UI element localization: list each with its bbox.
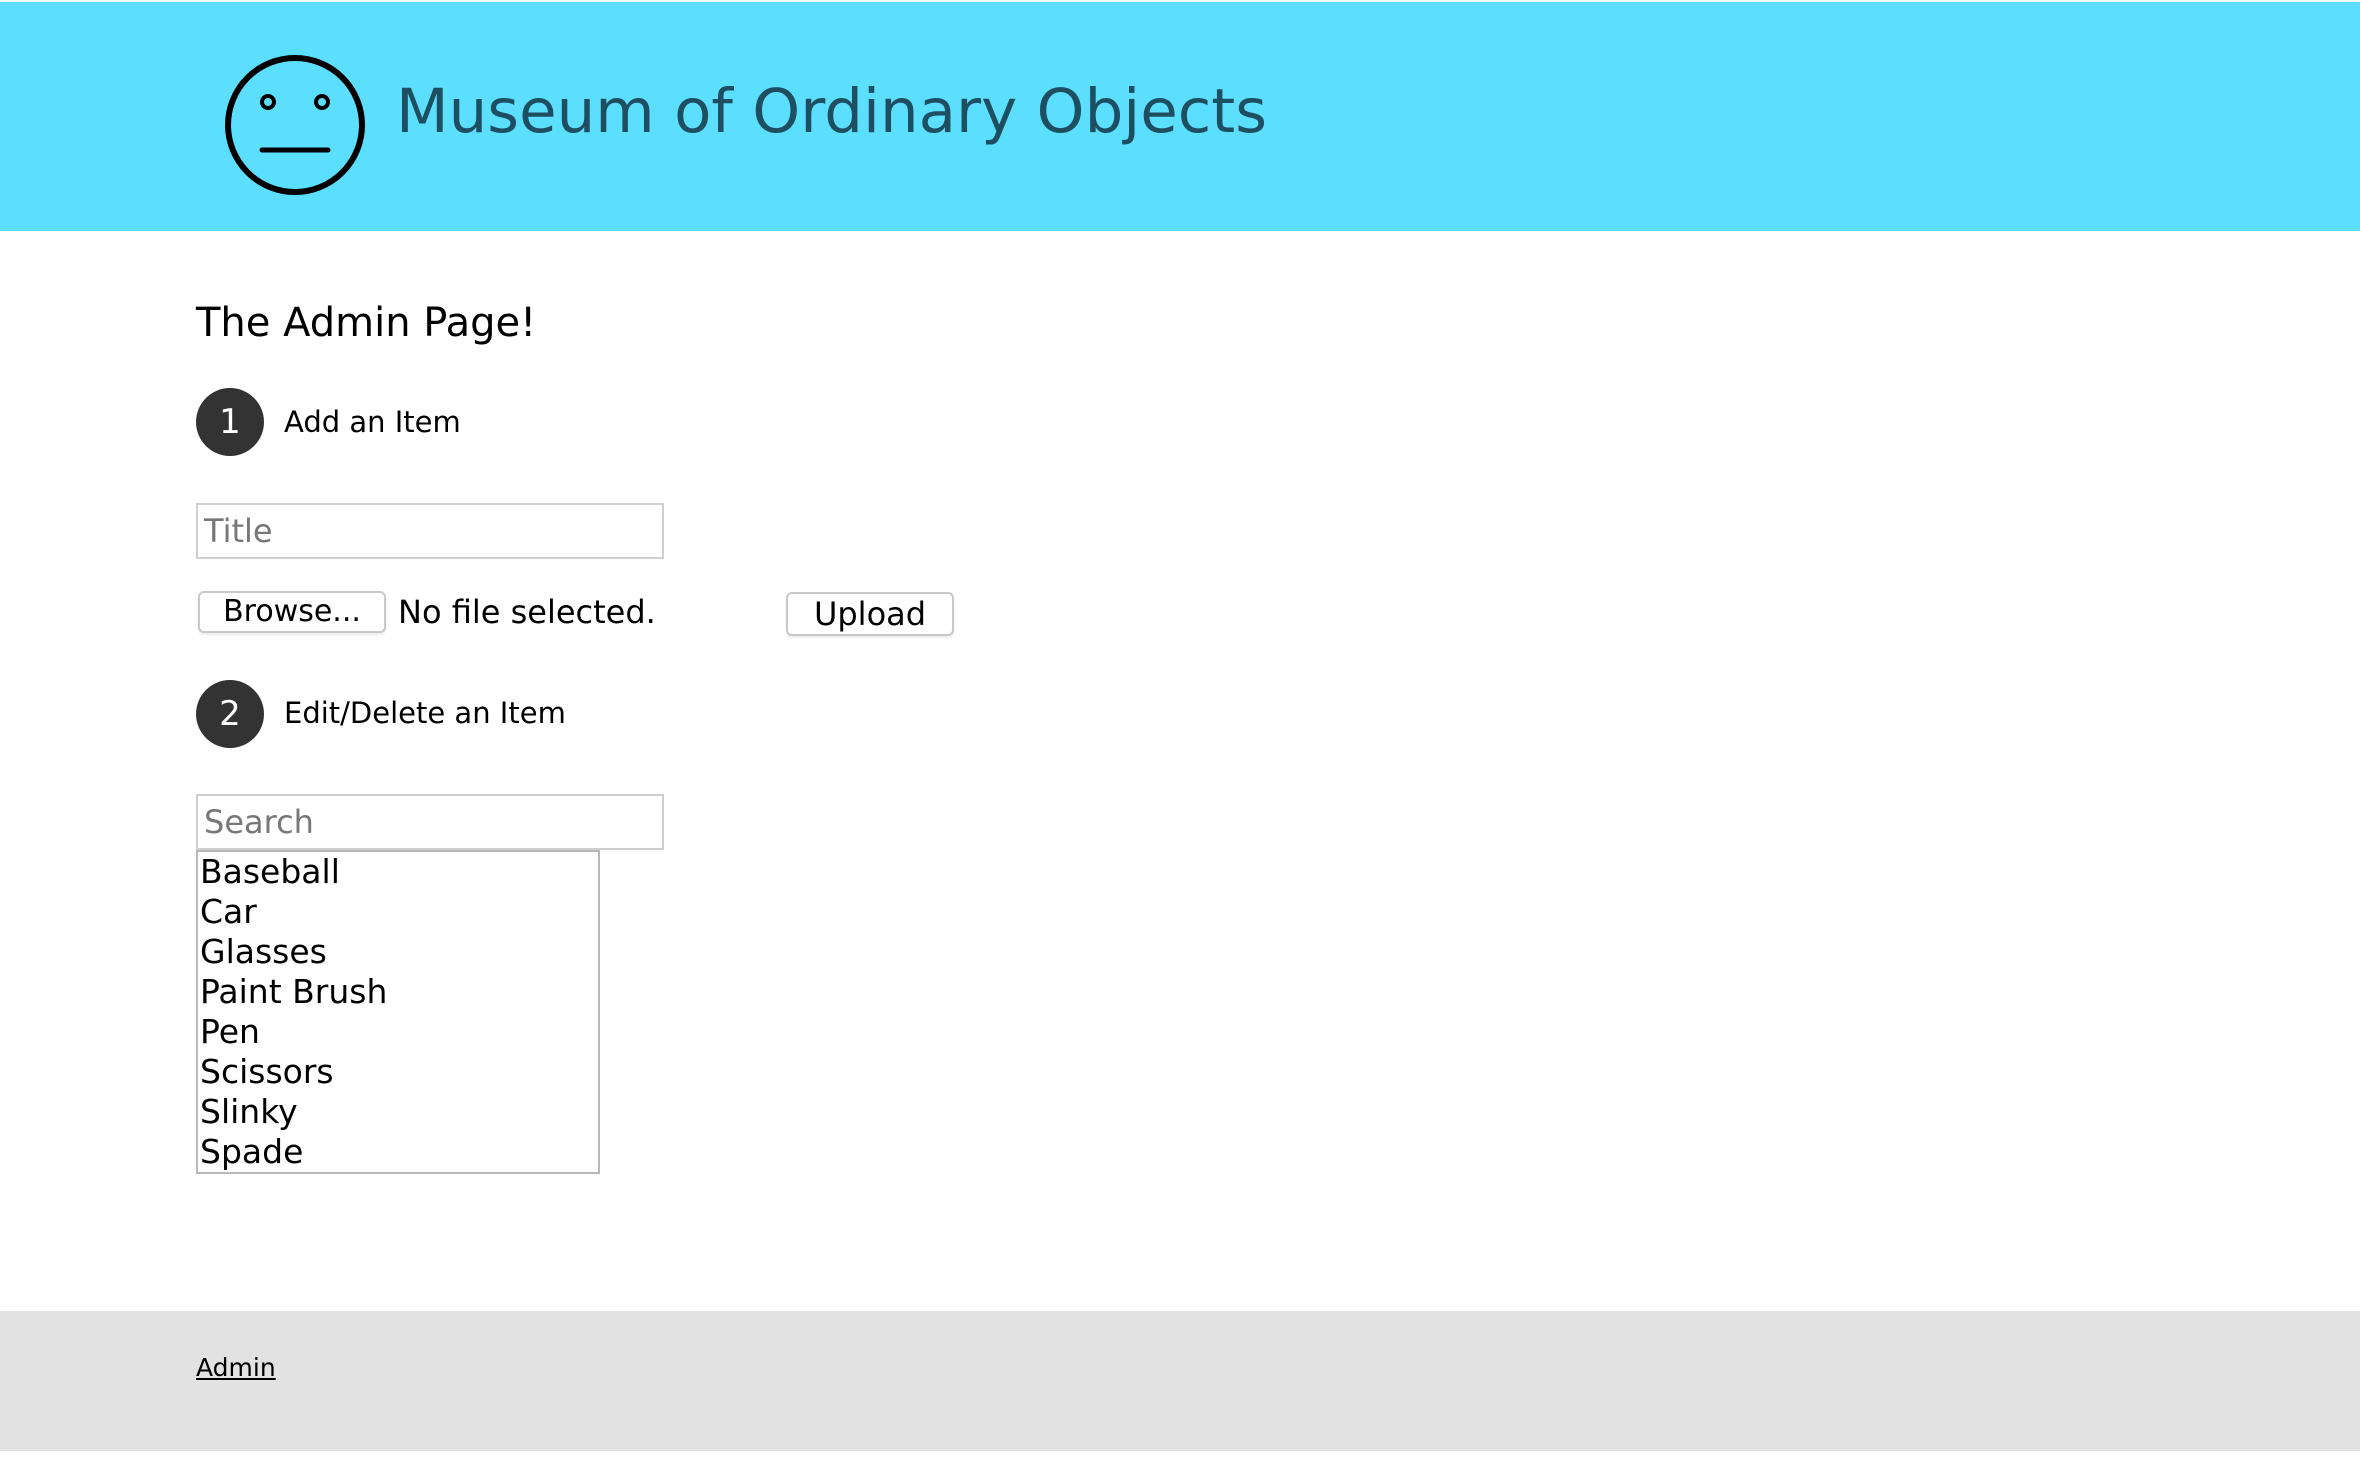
step-1-label: Add an Item xyxy=(284,405,461,439)
item-list[interactable]: Baseball Car Glasses Paint Brush Pen Sci… xyxy=(196,850,600,1174)
step-2-label: Edit/Delete an Item xyxy=(284,696,566,730)
step-2-badge: 2 xyxy=(196,680,264,748)
upload-button[interactable]: Upload xyxy=(786,592,954,636)
list-item[interactable]: Spade xyxy=(200,1132,598,1172)
list-item[interactable]: Paint Brush xyxy=(200,972,598,1012)
page-title: The Admin Page! xyxy=(196,300,537,346)
list-item[interactable]: Car xyxy=(200,892,598,932)
list-item[interactable]: Slinky xyxy=(200,1092,598,1132)
site-footer: Admin xyxy=(0,1311,2360,1451)
title-input[interactable] xyxy=(196,503,664,559)
list-item[interactable]: Glasses xyxy=(200,932,598,972)
list-item[interactable]: Pen xyxy=(200,1012,598,1052)
list-item[interactable]: Baseball xyxy=(200,852,598,892)
admin-link[interactable]: Admin xyxy=(196,1351,276,1385)
list-item[interactable]: Scissors xyxy=(200,1052,598,1092)
step-1-badge: 1 xyxy=(196,388,264,456)
neutral-face-icon[interactable] xyxy=(224,54,366,196)
browse-button[interactable]: Browse... xyxy=(198,591,386,633)
site-title: Museum of Ordinary Objects xyxy=(396,76,1268,147)
site-header: Museum of Ordinary Objects xyxy=(0,2,2360,231)
search-input[interactable] xyxy=(196,794,664,850)
file-status-text: No file selected. xyxy=(398,593,656,631)
